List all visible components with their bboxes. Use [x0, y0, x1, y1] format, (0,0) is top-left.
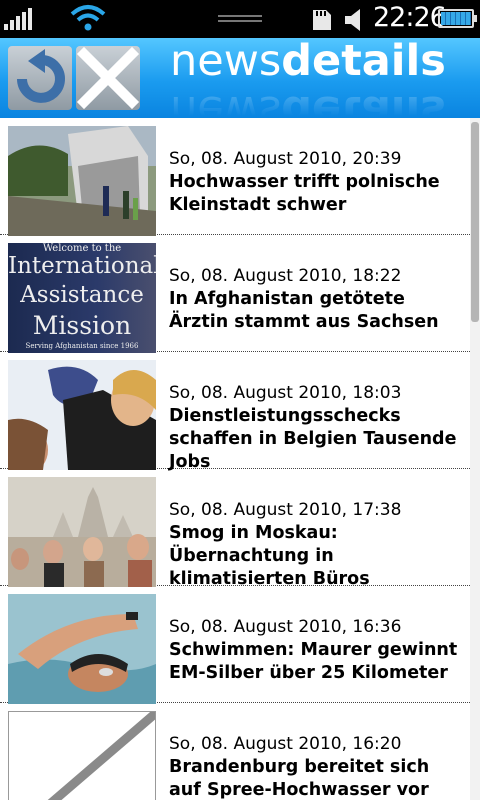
thumb-text: Mission [32, 311, 132, 340]
sd-card-icon [313, 10, 331, 30]
app-header: newsdetails newsdetails [0, 38, 480, 118]
battery-icon [438, 9, 477, 28]
list-item[interactable]: So, 08. August 2010, 16:20 Brandenburg b… [0, 703, 470, 800]
article-title: Smog in Moskau: Übernachtung in klimatis… [169, 523, 370, 589]
logo-text-news: news [170, 38, 282, 86]
refresh-button[interactable] [8, 46, 72, 110]
close-button[interactable] [76, 46, 140, 110]
notification-handle[interactable] [218, 13, 262, 25]
speaker-icon [345, 9, 360, 31]
clock: 22:26 [373, 2, 447, 33]
article-date: So, 08. August 2010, 16:20 [169, 734, 402, 754]
article-thumbnail: Welcome to the International Assistance … [8, 243, 156, 353]
article-thumbnail [8, 594, 156, 704]
article-thumbnail-placeholder [8, 711, 156, 800]
app-logo: newsdetails [170, 38, 446, 86]
logo-text-details: details [281, 38, 446, 86]
article-date: So, 08. August 2010, 17:38 [169, 500, 402, 520]
list-item[interactable]: So, 08. August 2010, 17:38 Smog in Moska… [0, 469, 470, 589]
article-title: Schwimmen: Maurer gewinnt EM-Silber über… [169, 640, 458, 683]
article-thumbnail [8, 477, 156, 587]
list-item[interactable]: So, 08. August 2010, 20:39 Hochwasser tr… [0, 118, 470, 236]
article-date: So, 08. August 2010, 16:36 [169, 617, 402, 637]
scrollbar-thumb[interactable] [471, 122, 479, 322]
thumb-text: Assistance [20, 282, 144, 308]
wifi-icon [70, 5, 106, 31]
signal-icon [4, 8, 36, 30]
article-thumbnail [8, 360, 156, 470]
article-list[interactable]: So, 08. August 2010, 20:39 Hochwasser tr… [0, 118, 470, 800]
close-icon [76, 46, 140, 110]
article-date: So, 08. August 2010, 20:39 [169, 149, 402, 169]
scrollbar[interactable] [470, 118, 480, 800]
list-item[interactable]: Welcome to the International Assistance … [0, 235, 470, 353]
article-title: Brandenburg bereitet sich auf Spree-Hoch… [169, 757, 430, 800]
article-title: Hochwasser trifft polnische Kleinstadt s… [169, 172, 440, 215]
article-date: So, 08. August 2010, 18:03 [169, 383, 402, 403]
list-item[interactable]: So, 08. August 2010, 16:36 Schwimmen: Ma… [0, 586, 470, 704]
article-date: So, 08. August 2010, 18:22 [169, 266, 402, 286]
thumb-text: Serving Afghanistan since 1966 [25, 342, 139, 350]
article-title: Dienstleistungsschecks schaffen in Belgi… [169, 406, 457, 472]
article-title: In Afghanistan getötete Ärztin stammt au… [169, 289, 439, 332]
logo-reflection-news: news [170, 86, 282, 118]
app-logo-reflection: newsdetails [170, 86, 446, 118]
status-bar: 22:26 [0, 0, 480, 38]
rotate-back-icon [17, 49, 65, 103]
article-thumbnail [8, 126, 156, 236]
logo-reflection-details: details [281, 86, 446, 118]
list-item[interactable]: So, 08. August 2010, 18:03 Dienstleistun… [0, 352, 470, 472]
thumb-text: International [8, 253, 156, 279]
